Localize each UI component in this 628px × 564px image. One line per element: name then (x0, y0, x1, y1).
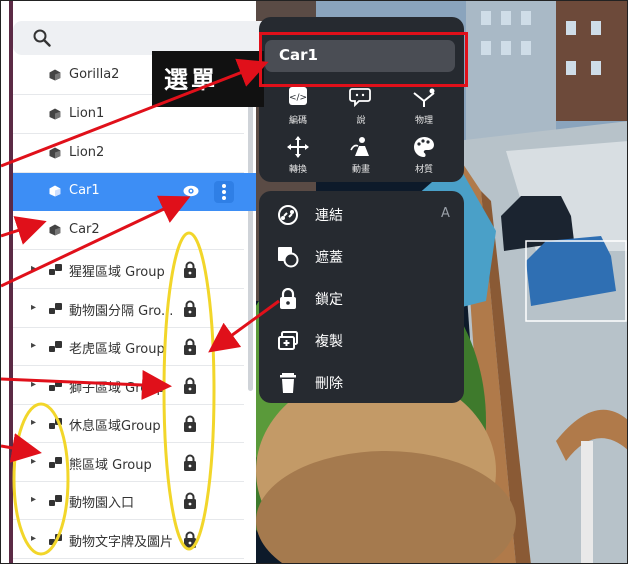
group-icon (49, 534, 62, 545)
annotation-highlight-box (259, 32, 468, 87)
menu-item-delete[interactable]: 刪除 (259, 361, 464, 403)
list-item-label: 老虎區域 Group (69, 342, 165, 357)
group-icon (49, 264, 62, 275)
list-item[interactable]: Lion2 (13, 135, 244, 173)
tool-label: 說 (356, 116, 366, 126)
list-item-group[interactable]: ▸ 動物園分隔 Gro... (13, 290, 244, 328)
more-options-button[interactable] (214, 181, 234, 203)
group-icon (49, 457, 62, 468)
list-item-group[interactable]: ▸ 獅子區域 Group (13, 367, 244, 405)
list-item-label: 熊區域 Group (69, 458, 152, 473)
expand-arrow-icon[interactable]: ▸ (31, 417, 36, 428)
tool-label: 轉換 (288, 165, 307, 175)
lock-icon[interactable] (183, 300, 197, 317)
list-item-label: 猩猩區域 Group (69, 265, 165, 280)
group-icon (49, 303, 62, 314)
lock-icon[interactable] (183, 377, 197, 394)
tool-code-button[interactable]: </> 編碼 (268, 87, 328, 131)
expand-arrow-icon[interactable]: ▸ (31, 340, 36, 351)
physics-icon (413, 88, 435, 107)
list-item-group[interactable]: ▸ 熊區域 Group (13, 444, 244, 482)
list-item-selected[interactable]: Car1 (13, 173, 256, 211)
expand-arrow-icon[interactable]: ▸ (31, 302, 36, 313)
object-icon (49, 185, 61, 197)
annotation-callout: 選單 (152, 51, 264, 107)
list-item-group[interactable]: ▸ 動物園入口 (13, 482, 244, 520)
list-item-label: 動物文字牌及圖片 (69, 535, 174, 550)
menu-item-duplicate[interactable]: 複製 (259, 319, 464, 361)
tool-material-button[interactable]: 材質 (394, 136, 454, 180)
object-icon (49, 147, 61, 159)
group-icon (49, 380, 62, 391)
lock-icon[interactable] (183, 531, 197, 548)
list-item-label: Lion2 (69, 145, 105, 160)
speech-icon (349, 88, 371, 108)
list-item-label: Car1 (69, 183, 100, 198)
move-icon (287, 136, 309, 158)
expand-arrow-icon[interactable]: ▸ (31, 494, 36, 505)
expand-arrow-icon[interactable]: ▸ (31, 263, 36, 274)
tool-label: 動畫 (351, 165, 370, 175)
lock-icon[interactable] (183, 415, 197, 432)
group-icon (49, 418, 62, 429)
search-icon (33, 29, 51, 47)
visibility-eye-icon[interactable] (183, 185, 199, 197)
object-icon (49, 108, 61, 120)
tool-label: 編碼 (288, 116, 307, 126)
tool-transform-button[interactable]: 轉換 (268, 136, 328, 180)
code-icon: </> (289, 87, 307, 105)
more-vertical-icon (222, 184, 226, 200)
list-item-label: 動物園入口 (69, 496, 135, 511)
tool-label: 材質 (414, 165, 433, 175)
svg-text:</>: </> (289, 93, 307, 103)
list-item-label: Car2 (69, 222, 100, 237)
list-item-group[interactable]: ▸ 動物文字牌及圖片 (13, 521, 244, 559)
list-item-group[interactable]: ▸ 猩猩區域 Group (13, 251, 244, 289)
menu-item-link[interactable]: 連結 A (259, 193, 464, 235)
list-item-label: 獅子區域 Group (69, 381, 165, 396)
object-icon (49, 224, 61, 236)
link-icon (278, 205, 298, 225)
group-icon (49, 495, 62, 506)
lock-icon[interactable] (183, 492, 197, 509)
list-item-label: Gorilla2 (69, 67, 120, 82)
tool-label: 物理 (414, 116, 433, 126)
object-icon (49, 69, 61, 81)
duplicate-icon (278, 331, 298, 350)
tool-physics-button[interactable]: 物理 (394, 87, 454, 131)
tool-animation-button[interactable]: 動畫 (331, 136, 391, 180)
expand-arrow-icon[interactable]: ▸ (31, 379, 36, 390)
list-item-label: 動物園分隔 Gro... (69, 304, 174, 319)
lock-icon[interactable] (183, 454, 197, 471)
lock-icon (280, 288, 296, 309)
menu-item-mask[interactable]: 遮蓋 (259, 235, 464, 277)
lock-icon[interactable] (183, 338, 197, 355)
search-input[interactable] (13, 21, 275, 55)
menu-item-label: 複製 (315, 334, 343, 350)
menu-item-lock[interactable]: 鎖定 (259, 277, 464, 319)
trash-icon (280, 373, 296, 393)
group-icon (49, 341, 62, 352)
expand-arrow-icon[interactable]: ▸ (31, 456, 36, 467)
animation-icon (350, 137, 369, 156)
palette-icon (414, 137, 434, 157)
menu-item-shortcut: A (441, 206, 450, 221)
expand-arrow-icon[interactable]: ▸ (31, 533, 36, 544)
screenshot-frame: Gorilla2 Lion1 Lion2 Car1 Car2 ▸ 猩猩區域 Gr… (0, 0, 628, 564)
mask-icon (278, 247, 299, 268)
annotation-callout-text: 選單 (164, 66, 218, 94)
list-item-label: Lion1 (69, 106, 105, 121)
list-item-group[interactable]: ▸ 老虎區域 Group (13, 328, 244, 366)
list-scrollbar[interactable] (248, 61, 253, 391)
list-item[interactable]: Car2 (13, 212, 244, 250)
list-item-label: 休息區域Group (69, 419, 161, 434)
list-item-group[interactable]: ▸ 休息區域Group (13, 405, 244, 443)
tool-speech-button[interactable]: 說 (331, 87, 391, 131)
menu-item-label: 連結 (315, 208, 343, 224)
menu-item-label: 遮蓋 (315, 250, 343, 266)
menu-item-label: 刪除 (315, 376, 343, 392)
menu-item-label: 鎖定 (315, 292, 343, 308)
lock-icon[interactable] (183, 261, 197, 278)
